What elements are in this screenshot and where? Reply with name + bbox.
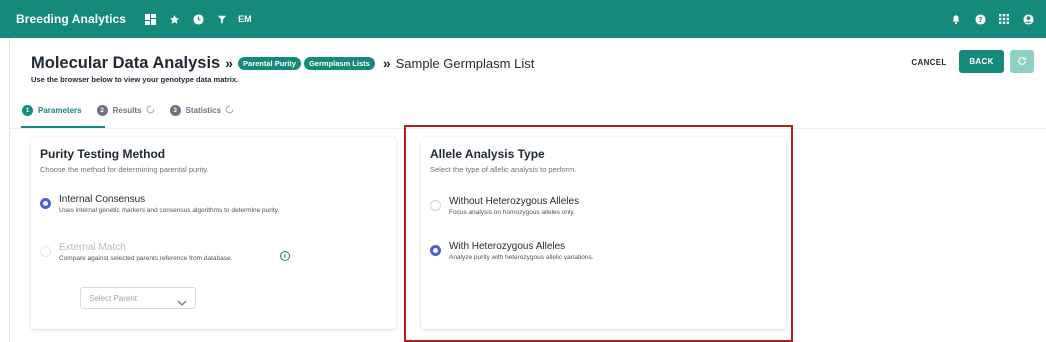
cancel-button[interactable]: CANCEL [904, 52, 954, 72]
filter-icon[interactable] [210, 7, 234, 31]
content-left-divider [9, 38, 10, 342]
info-icon[interactable]: i [280, 251, 290, 261]
tab-label: Parameters [38, 105, 82, 115]
star-icon[interactable] [162, 7, 186, 31]
purity-testing-method-card: Purity Testing Method Choose the method … [31, 137, 396, 329]
chevron-down-icon [177, 294, 187, 312]
step-tabs: 1 Parameters 2 Results 3 Statistics [22, 98, 249, 128]
select-placeholder: Select Parent [89, 293, 138, 303]
bell-icon[interactable] [944, 7, 968, 31]
tab-statistics[interactable]: 3 Statistics [169, 98, 235, 122]
tab-parameters[interactable]: 1 Parameters [22, 98, 82, 122]
option-description: Compare against selected parents referen… [59, 255, 233, 262]
refresh-icon [1017, 54, 1027, 69]
top-left-icons: EM [138, 7, 252, 31]
refresh-button[interactable] [1010, 50, 1034, 73]
tab-results[interactable]: 2 Results [96, 98, 155, 122]
brand-title[interactable]: Breeding Analytics [16, 12, 126, 26]
back-button[interactable]: BACK [959, 50, 1004, 73]
loading-spinner-icon [146, 105, 155, 116]
option-label: External Match [59, 242, 126, 253]
card-title: Purity Testing Method [40, 147, 166, 161]
highlight-box [404, 125, 793, 342]
page-subtitle: Use the browser below to view your genot… [31, 75, 239, 84]
breadcrumb-current: Sample Germplasm List [395, 55, 535, 71]
tab-step-number: 2 [96, 104, 108, 116]
card-description: Choose the method for determining parent… [40, 165, 209, 174]
top-app-bar: Breeding Analytics EM ? [0, 0, 1046, 38]
tab-label: Statistics [185, 105, 222, 115]
radio-internal-consensus[interactable] [40, 198, 51, 209]
tab-step-number: 1 [22, 104, 33, 116]
apps-grid-icon[interactable] [992, 7, 1016, 31]
breadcrumb: Molecular Data Analysis » Parental Purit… [31, 53, 534, 73]
option-description: Uses internal genetic markers and consen… [59, 207, 280, 214]
user-initials[interactable]: EM [238, 14, 252, 24]
top-right-icons: ? [944, 0, 1040, 38]
breadcrumb-pill-germplasm-lists[interactable]: Germplasm Lists [303, 56, 375, 70]
radio-external-match[interactable] [40, 246, 51, 257]
help-icon[interactable]: ? [968, 7, 992, 31]
page-title: Molecular Data Analysis [31, 53, 221, 72]
account-icon[interactable] [1016, 7, 1040, 31]
select-parent-dropdown[interactable]: Select Parent [80, 287, 196, 309]
clock-icon[interactable] [186, 7, 210, 31]
breadcrumb-separator: » [225, 55, 234, 71]
breadcrumb-pill-parental-purity[interactable]: Parental Purity [238, 56, 301, 70]
svg-text:?: ? [978, 15, 982, 23]
tab-step-number: 3 [169, 104, 181, 116]
loading-spinner-icon [225, 105, 234, 116]
tab-label: Results [112, 105, 142, 115]
option-label: Internal Consensus [59, 194, 146, 205]
dashboard-icon[interactable] [138, 7, 162, 31]
breadcrumb-separator: » [382, 55, 391, 71]
